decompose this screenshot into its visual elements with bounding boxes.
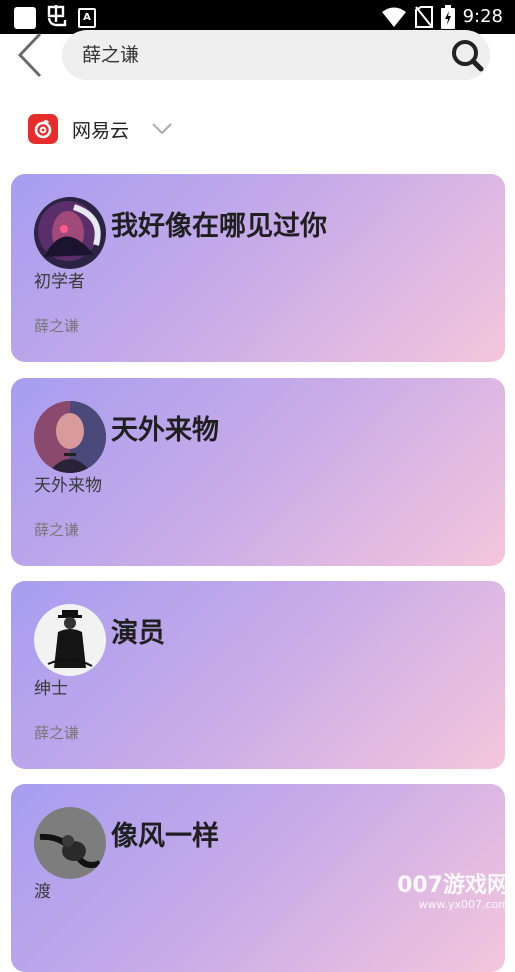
album-cover: [34, 807, 106, 879]
song-result-card[interactable]: 天外来物 天外来物 薛之谦: [11, 378, 505, 566]
artist-name: 薛之谦: [34, 317, 80, 335]
song-result-card[interactable]: 我好像在哪见过你 初学者 薛之谦: [11, 174, 505, 362]
status-bar-left: A: [14, 5, 96, 31]
album-cover: [34, 604, 106, 676]
search-bar[interactable]: 薛之谦: [62, 30, 490, 80]
status-bar: A 9:28: [0, 0, 515, 34]
netease-cloud-music-logo: [28, 114, 58, 144]
song-result-card[interactable]: 演员 绅士 薛之谦: [11, 581, 505, 769]
chevron-left-icon: [17, 32, 42, 78]
source-selector[interactable]: 网易云: [28, 112, 173, 146]
album-name: 渡: [34, 882, 51, 902]
song-title: 我好像在哪见过你: [111, 211, 327, 242]
artist-name: 薛之谦: [34, 724, 80, 742]
album-name: 天外来物: [34, 476, 102, 496]
white-square-icon: [14, 7, 36, 29]
source-label: 网易云: [72, 119, 130, 142]
no-sim-icon: [414, 6, 433, 28]
artist-name: 薛之谦: [34, 521, 80, 539]
status-bar-right: 9:28: [381, 4, 503, 30]
song-title: 像风一样: [111, 821, 219, 852]
watermark-url: www.yx007.com: [418, 898, 509, 911]
watermark: 007游戏网 www.yx007.com: [397, 873, 509, 913]
status-time: 9:28: [462, 6, 503, 27]
song-title: 演员: [111, 618, 165, 649]
album-name: 初学者: [34, 272, 85, 292]
song-title: 天外来物: [111, 415, 219, 446]
album-cover: [34, 401, 106, 473]
watermark-main: 007游戏网: [397, 873, 509, 898]
album-name: 绅士: [34, 679, 68, 699]
battery-icon: [440, 5, 455, 29]
search-icon[interactable]: [450, 38, 484, 72]
search-input[interactable]: 薛之谦: [82, 30, 139, 80]
chevron-down-icon: [152, 123, 172, 135]
a-icon: A: [78, 8, 96, 28]
wifi-icon: [381, 7, 406, 27]
bug-icon: [46, 5, 68, 31]
back-button[interactable]: [10, 30, 50, 80]
album-cover: [34, 197, 106, 269]
